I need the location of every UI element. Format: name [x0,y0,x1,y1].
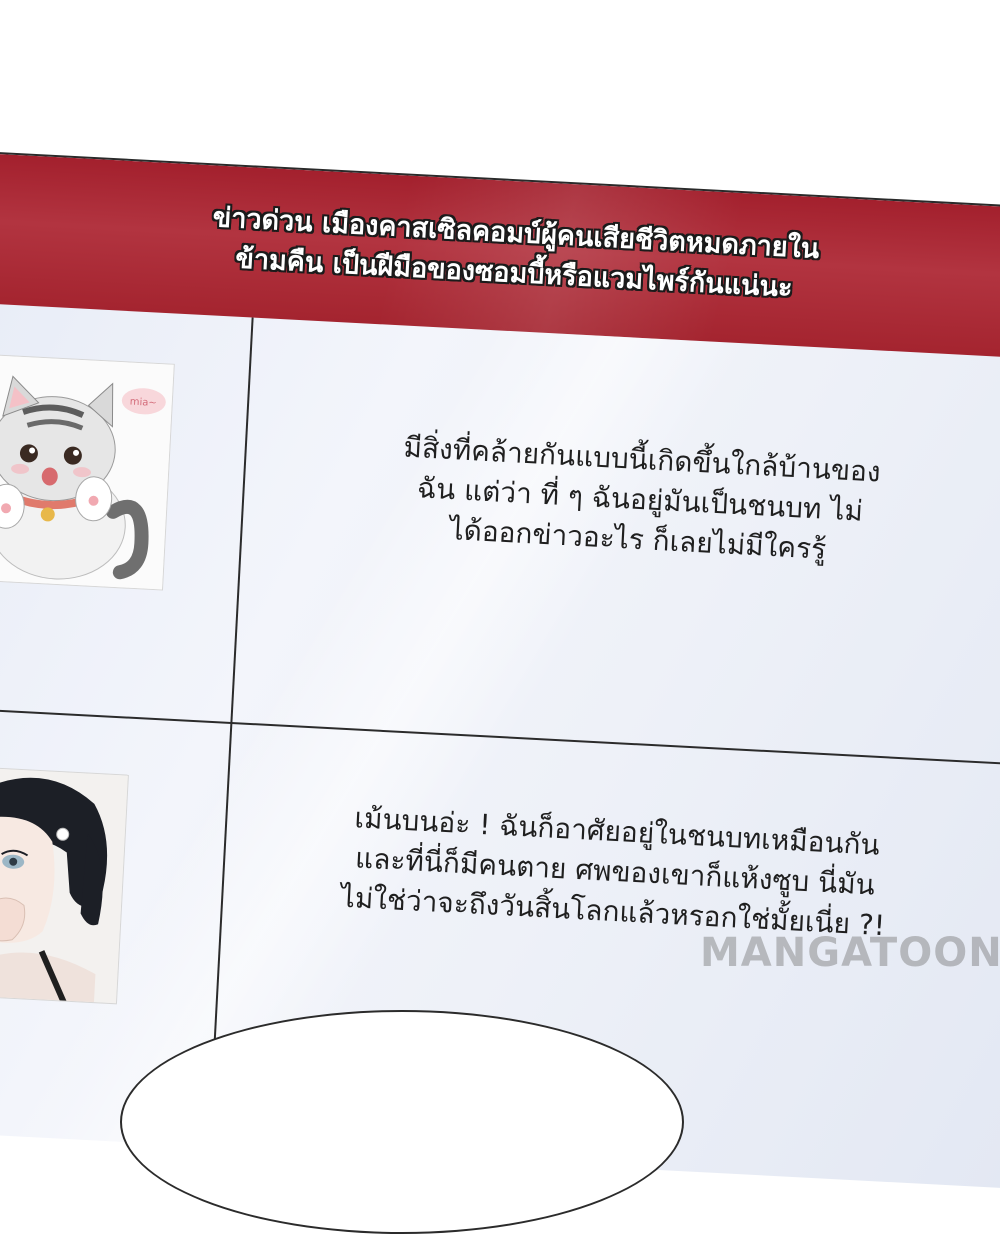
comic-panel: ข่าวด่วน เมืองคาสเซิลคอมบ์ผู้คนเสียชีวิต… [0,0,1000,1234]
watermark: MANGATOON [700,930,1000,976]
girl-icon [0,768,128,1004]
girl-avatar [0,768,128,1004]
cat-icon: mia~ [0,355,174,590]
cat-speech: mia~ [129,397,157,409]
cat-avatar: mia~ [0,355,174,590]
